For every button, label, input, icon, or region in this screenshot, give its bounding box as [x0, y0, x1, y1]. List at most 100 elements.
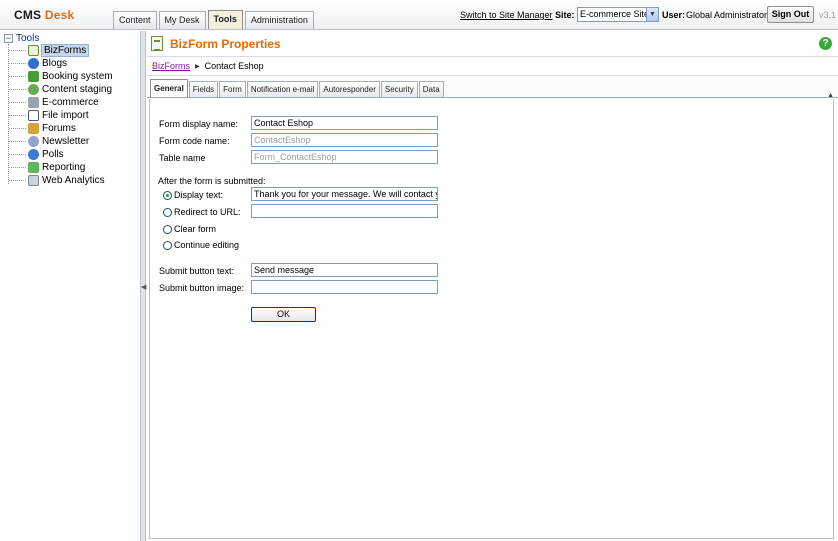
file-import-icon — [28, 110, 39, 121]
table-name-input: Form_ContactEshop — [251, 150, 438, 164]
sidebar-item-label: File import — [42, 110, 89, 121]
version-label: v3.1 — [819, 10, 837, 20]
sidebar-item-label: Web Analytics — [42, 175, 105, 186]
sidebar-item-label: BizForms — [41, 44, 90, 57]
sidebar-item-label: Polls — [42, 149, 64, 160]
tab-administration[interactable]: Administration — [244, 11, 314, 29]
tab-notification-email[interactable]: Notification e-mail — [246, 81, 319, 97]
sidebar-item-label: Blogs — [42, 58, 68, 69]
general-form-panel: Form display name: Contact Eshop Form co… — [149, 99, 834, 539]
tab-data[interactable]: Data — [418, 81, 444, 97]
cms-desk-logo: CMS Desk — [14, 8, 74, 22]
tab-autoresponder[interactable]: Autoresponder — [319, 81, 380, 97]
sidebar-item-label: E-commerce — [42, 97, 99, 108]
bizforms-icon — [28, 45, 39, 56]
sidebar-item-label: Booking system — [42, 71, 113, 82]
user-label: User: — [662, 10, 686, 20]
polls-icon — [28, 149, 39, 160]
help-icon[interactable]: ? — [819, 37, 832, 50]
ok-button[interactable]: OK — [251, 307, 316, 322]
sidebar-item-web-analytics[interactable]: Web Analytics — [9, 174, 114, 187]
title-bar: BizForm Properties ? — [147, 31, 838, 57]
code-name-label: Form code name: — [159, 136, 230, 146]
ecommerce-icon — [28, 97, 39, 108]
tab-security[interactable]: Security — [380, 81, 418, 97]
continue-editing-label: Continue editing — [174, 240, 240, 250]
redirect-url-input[interactable] — [251, 204, 438, 218]
scroll-up-icon[interactable]: ▲ — [827, 92, 834, 99]
tab-form[interactable]: Form — [219, 81, 246, 97]
tab-fields[interactable]: Fields — [188, 81, 219, 97]
top-header: CMS Desk Content My Desk Tools Administr… — [0, 0, 838, 30]
sidebar-item-e-commerce[interactable]: E-commerce — [9, 96, 114, 109]
sidebar-item-blogs[interactable]: Blogs — [9, 57, 114, 70]
collapse-icon[interactable]: − — [4, 34, 13, 43]
tools-tree-sidebar: − Tools BizForms Blogs Booking system Co… — [0, 31, 141, 541]
redirect-radio[interactable] — [163, 207, 172, 217]
top-tabs: Content My Desk Tools Administration — [113, 10, 316, 29]
clear-form-radio-row[interactable]: Clear form — [163, 224, 216, 234]
tab-my-desk[interactable]: My Desk — [158, 11, 206, 29]
properties-tab-strip: General Fields Form Notification e-mail … — [147, 79, 838, 99]
panel-splitter[interactable]: ◀ — [141, 31, 146, 541]
sidebar-item-label: Forums — [42, 123, 76, 134]
sidebar-item-polls[interactable]: Polls — [9, 148, 114, 161]
breadcrumb-divider — [147, 75, 838, 76]
continue-editing-radio[interactable] — [163, 240, 172, 250]
tab-content[interactable]: Content — [113, 11, 157, 29]
sign-out-button[interactable]: Sign Out — [767, 6, 814, 23]
bizform-properties-icon — [151, 36, 163, 51]
breadcrumb: BizForms ▶ Contact Eshop — [152, 61, 264, 71]
sidebar-item-reporting[interactable]: Reporting — [9, 161, 114, 174]
sidebar-item-booking-system[interactable]: Booking system — [9, 70, 114, 83]
tree-items: BizForms Blogs Booking system Content st… — [9, 44, 114, 187]
switch-to-site-manager-link[interactable]: Switch to Site Manager — [460, 10, 553, 20]
submit-text-label: Submit button text: — [159, 266, 235, 276]
forums-icon — [28, 123, 39, 134]
tree-root-label: Tools — [16, 33, 40, 44]
display-text-radio[interactable] — [163, 190, 172, 200]
sidebar-item-content-staging[interactable]: Content staging — [9, 83, 114, 96]
display-name-label: Form display name: — [159, 119, 239, 129]
display-name-input[interactable]: Contact Eshop — [251, 116, 438, 130]
sidebar-item-bizforms[interactable]: BizForms — [9, 44, 114, 57]
tree-connector-line — [8, 44, 9, 184]
logo-desk-text: Desk — [44, 8, 75, 22]
continue-editing-radio-row[interactable]: Continue editing — [163, 240, 239, 250]
sidebar-item-label: Content staging — [42, 84, 113, 95]
breadcrumb-current: Contact Eshop — [204, 61, 264, 71]
user-name: Global Administrator — [686, 10, 768, 20]
main-panel: BizForm Properties ? BizForms ▶ Contact … — [147, 31, 838, 541]
analytics-icon — [28, 175, 39, 186]
redirect-radio-row[interactable]: Redirect to URL: — [163, 207, 241, 217]
tab-tools[interactable]: Tools — [207, 10, 243, 29]
blogs-icon — [28, 58, 39, 69]
newsletter-icon — [28, 136, 39, 147]
breadcrumb-bizforms-link[interactable]: BizForms — [152, 61, 190, 71]
site-select-value: E-commerce Site — [580, 9, 650, 19]
tree-root-tools[interactable]: − Tools — [4, 33, 39, 44]
sidebar-item-label: Reporting — [42, 162, 86, 173]
site-select[interactable]: E-commerce Site ▼ — [577, 7, 659, 22]
reporting-icon — [28, 162, 39, 173]
sidebar-item-newsletter[interactable]: Newsletter — [9, 135, 114, 148]
logo-cms-text: CMS — [14, 8, 42, 22]
properties-tabs: General Fields Form Notification e-mail … — [150, 79, 445, 97]
redirect-label: Redirect to URL: — [174, 207, 241, 217]
clear-form-label: Clear form — [174, 224, 217, 234]
site-label: Site: — [555, 10, 575, 20]
clear-form-radio[interactable] — [163, 224, 172, 234]
submit-image-input[interactable] — [251, 280, 438, 294]
display-text-radio-row[interactable]: Display text: — [163, 190, 223, 200]
booking-icon — [28, 71, 39, 82]
chevron-down-icon[interactable]: ▼ — [646, 8, 658, 21]
sidebar-item-forums[interactable]: Forums — [9, 122, 114, 135]
collapse-arrow-icon[interactable]: ◀ — [141, 281, 146, 295]
sidebar-item-file-import[interactable]: File import — [9, 109, 114, 122]
display-text-input[interactable]: Thank you for your message. We will cont… — [251, 187, 438, 201]
tab-general[interactable]: General — [150, 79, 188, 97]
submit-text-input[interactable]: Send message — [251, 263, 438, 277]
code-name-input: ContactEshop — [251, 133, 438, 147]
sidebar-item-label: Newsletter — [42, 136, 90, 147]
staging-icon — [28, 84, 39, 95]
